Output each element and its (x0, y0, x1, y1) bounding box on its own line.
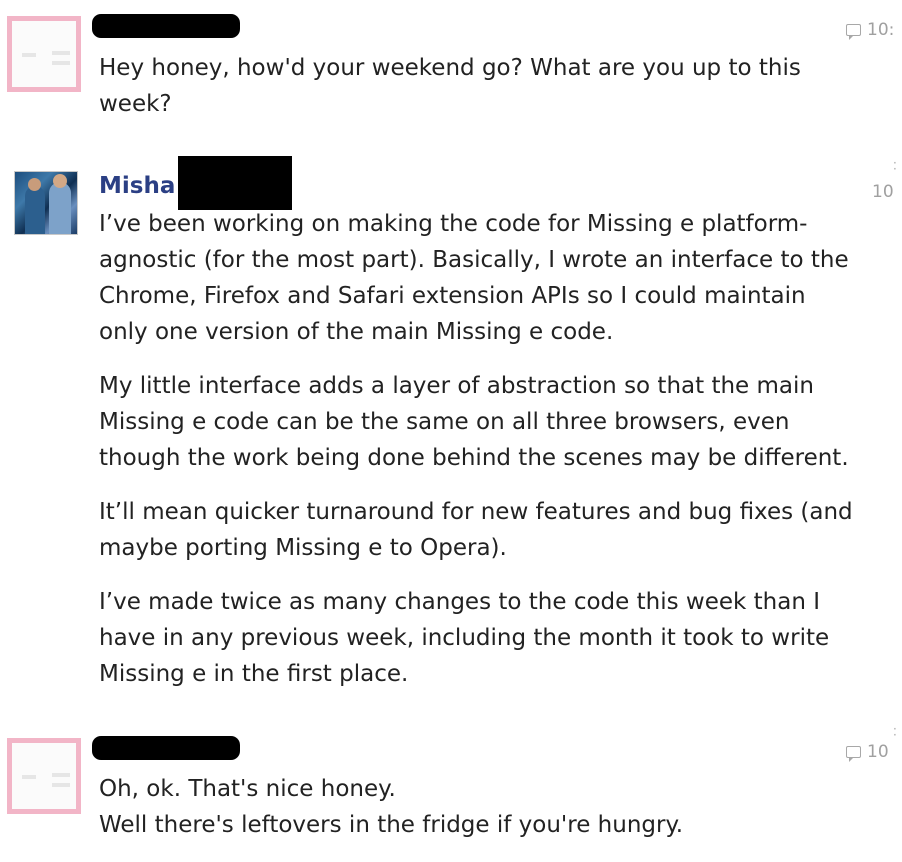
timestamp-text: 10: (867, 20, 895, 40)
redacted-sender-surname (178, 156, 292, 210)
avatar-placeholder-icon[interactable] (7, 16, 81, 92)
message-text: Hey honey, how'd your weekend go? What a… (99, 50, 859, 122)
message-paragraph: My little interface adds a layer of abst… (99, 373, 849, 471)
redacted-sender-name (92, 14, 240, 38)
avatar[interactable] (14, 171, 78, 235)
message-paragraph: I’ve made twice as many changes to the c… (99, 589, 830, 687)
message-text: I’ve been working on making the code for… (99, 206, 859, 710)
message-line: Well there's leftovers in the fridge if … (99, 812, 684, 838)
timestamp: 10: (846, 20, 894, 40)
more-options-icon[interactable]: · · (893, 157, 897, 175)
sender-name-link[interactable]: Misha (99, 173, 175, 199)
speech-bubble-icon[interactable] (846, 746, 861, 762)
message-paragraph: It’ll mean quicker turnaround for new fe… (99, 499, 853, 561)
message-line: Oh, ok. That's nice honey. (99, 776, 396, 802)
redacted-sender-name (92, 736, 240, 760)
timestamp: 10 (872, 182, 894, 202)
message-line: Hey honey, how'd your weekend go? What a… (99, 55, 801, 81)
message-paragraph: I’ve been working on making the code for… (99, 211, 849, 345)
message-text: Oh, ok. That's nice honey. Well there's … (99, 771, 859, 843)
timestamp-text: 10 (872, 182, 894, 202)
more-options-icon[interactable]: · · (893, 723, 897, 741)
timestamp-text: 10 (867, 742, 889, 762)
speech-bubble-icon[interactable] (846, 24, 861, 40)
timestamp: 10 (846, 742, 889, 762)
message-line: week? (99, 91, 172, 117)
avatar-placeholder-icon[interactable] (7, 738, 81, 814)
